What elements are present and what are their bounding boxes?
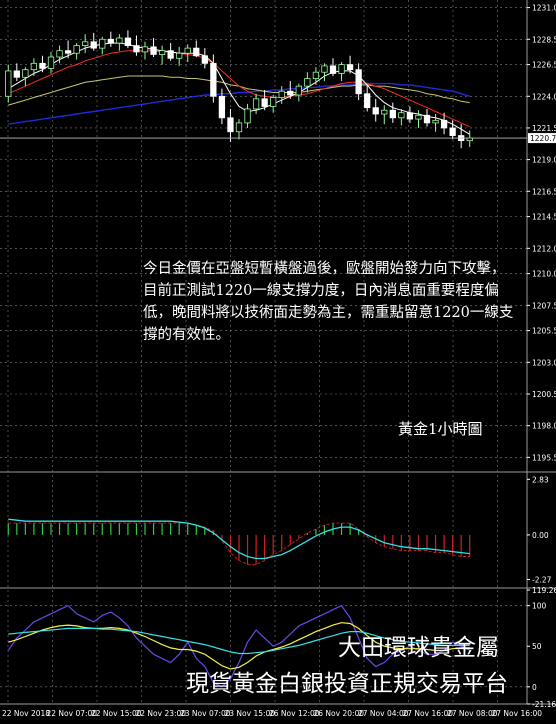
macd-y-tick-label: 2.83 (532, 475, 549, 484)
x-tick-label: 22 Nov 07:00 (47, 709, 98, 718)
candle-body (124, 37, 132, 47)
candle-body (406, 112, 414, 120)
chart-svg: 22 Nov 201822 Nov 07:0022 Nov 15:0022 No… (0, 0, 556, 720)
candle-body (99, 38, 106, 49)
candle-body (261, 98, 268, 107)
candle-body (278, 90, 285, 98)
y-tick-label: 1219.0 (532, 156, 556, 165)
osc-y-tick-label: 0 (532, 683, 537, 692)
osc-y-tick-label: 100 (532, 602, 547, 611)
x-tick-label: 26 Nov 12:00 (269, 709, 320, 718)
candle-body (304, 78, 311, 87)
candle-body (158, 50, 166, 55)
x-tick-label: 27 Nov 08:00 (447, 709, 498, 718)
candle-body (141, 46, 149, 53)
candle-body (107, 38, 114, 44)
candle-body (270, 97, 277, 107)
candle-body (372, 107, 379, 115)
candle-body (295, 85, 302, 96)
macd-y-tick-label: 0.00 (532, 531, 549, 540)
macd-y-tick-label: -2.27 (532, 576, 552, 585)
x-tick-label: 23 Nov 07:00 (180, 709, 231, 718)
candle-body (346, 64, 354, 71)
candle-body (30, 62, 38, 71)
candle-body (235, 122, 243, 133)
x-tick-label: 23 Nov 15:00 (225, 709, 276, 718)
candle-body (218, 95, 226, 119)
y-tick-label: 1207.5 (532, 301, 556, 310)
y-tick-label: 1231.0 (532, 4, 556, 13)
candle-body (244, 108, 251, 124)
candle-body (13, 70, 20, 78)
candle-body (252, 98, 260, 110)
candle-body (176, 52, 183, 59)
candle-body (338, 64, 345, 74)
candle-body (398, 112, 405, 119)
candle-body (56, 50, 63, 58)
candle-body (423, 114, 431, 124)
candle-body (364, 93, 371, 109)
candle-body (449, 127, 456, 136)
current-price-label: 1220.7 (530, 134, 556, 143)
candle-body (381, 109, 388, 115)
y-tick-label: 1210.0 (532, 270, 556, 279)
y-tick-label: 1195.5 (532, 453, 556, 462)
candle-body (201, 55, 208, 64)
candle-body (47, 56, 55, 69)
y-tick-label: 1212.0 (532, 244, 556, 253)
x-tick-label: 22 Nov 15:00 (91, 709, 142, 718)
osc-y-tick-label: 119.267 (532, 586, 556, 595)
candle-body (39, 62, 46, 69)
candle-body (116, 37, 123, 44)
y-tick-label: 1226.5 (532, 61, 556, 70)
chart-root: 22 Nov 2018 22 Nov 07:00 22 Nov 15:00 22 No… (0, 0, 556, 720)
commentary-text: 今日金價在亞盤短暫橫盤過後，歐盤開始發力向下攻擊，目前正測試1220一線支撐力度… (143, 261, 514, 343)
osc-y-tick-label: 50 (532, 642, 542, 651)
x-tick-label: 22 Nov 23:00 (136, 709, 187, 718)
candle-body (415, 114, 422, 120)
candle-body (193, 47, 200, 57)
y-tick-label: 1224.0 (532, 92, 556, 101)
x-tick-label: 27 Nov 04:00 (358, 709, 409, 718)
candle-body (133, 45, 140, 53)
chart-background (0, 0, 556, 720)
y-tick-label: 1221.5 (532, 124, 556, 133)
y-tick-label: 1198.0 (532, 422, 556, 431)
brand-tagline: 現貨黃金白銀投資正規交易平台 (186, 671, 508, 697)
candle-body (73, 45, 80, 54)
candle-body (287, 90, 294, 96)
candle-body (64, 50, 72, 54)
y-tick-label: 1216.5 (532, 187, 556, 196)
candle-body (210, 62, 217, 97)
y-tick-label: 1200.5 (532, 390, 556, 399)
candle-body (440, 119, 448, 129)
candle-body (167, 50, 174, 59)
candle-body (432, 119, 439, 124)
candle-body (355, 69, 362, 95)
candle-body (22, 69, 29, 78)
y-tick-label: 1203.0 (532, 358, 556, 367)
candle-body (184, 47, 191, 54)
candle-body (82, 41, 89, 47)
x-tick-label: 26 Nov 20:00 (314, 709, 365, 718)
candle-body (150, 46, 157, 55)
brand-name: 大田環球貴金屬 (338, 635, 499, 661)
candle-body (90, 41, 97, 49)
candle-body (227, 117, 234, 133)
candle-body (389, 109, 396, 119)
candle-body (329, 65, 337, 74)
y-tick-label: 1205.5 (532, 327, 556, 336)
x-tick-label: 22 Nov 2018 (2, 709, 50, 718)
osc-y-tick-label: -21.166 (532, 700, 556, 709)
x-tick-label: 27 Nov 16:00 (492, 709, 543, 718)
candle-body (5, 70, 12, 97)
x-tick-label: 27 Nov 16:00 (403, 709, 454, 718)
y-tick-label: 1228.5 (532, 35, 556, 44)
chart-timeframe-title: 黃金1小時圖 (398, 420, 483, 438)
candle-body (321, 65, 328, 73)
y-tick-label: 1214.5 (532, 213, 556, 222)
candle-body (312, 71, 320, 79)
